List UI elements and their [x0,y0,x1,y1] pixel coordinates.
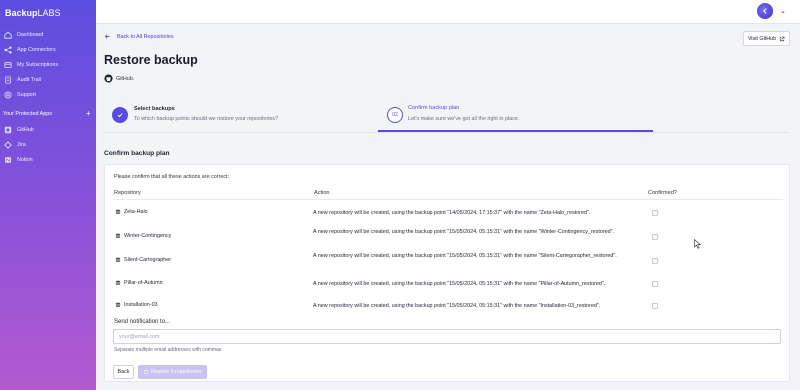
column-header-confirmed: Confirmed? [648,190,677,196]
confirm-checkbox[interactable] [652,303,658,309]
database-icon [115,280,121,285]
step-title-select-backups: Select backups [134,106,175,112]
home-icon [4,31,12,39]
chevron-down-icon[interactable]: ⌄ [780,7,786,15]
table-row: Silent-Cartographer A new repository wil… [113,251,783,273]
email-help-text: Separate multiple email addresses with c… [114,347,222,353]
table-row: Installation-03 A new repository will be… [113,298,783,320]
sidebar-item-label: Support [17,92,36,98]
back-button[interactable]: Back [113,365,134,379]
action-cell: A new repository will be created, using … [313,229,615,235]
table-header-divider [113,199,783,200]
action-cell: A new repository will be created, using … [313,253,617,259]
card-icon [4,61,12,69]
step-number-indicator: 02 [387,107,403,123]
visit-github-button[interactable]: Visit GitHub [743,31,790,46]
database-icon [115,209,121,214]
confirm-checkbox[interactable] [652,234,658,240]
sidebar-item-label: Audit Trail [17,77,41,83]
app-logo[interactable]: BackupLABS [5,8,61,18]
notion-icon [4,156,12,164]
repo-cell: Pillar-of-Autumn [115,280,163,286]
database-icon [115,257,121,262]
repo-cell: Zeta-Halo [115,209,148,215]
table-row: Zeta-Halo A new repository will be creat… [113,205,783,227]
repo-cell: Winter-Contingency [115,233,171,239]
step-complete-indicator [112,107,128,123]
list-icon [4,76,12,84]
confirm-checkbox[interactable] [652,210,658,216]
sidebar-item-app-connectors[interactable]: App Connectors [4,44,56,56]
sidebar-item-notion[interactable]: Notion [4,154,33,166]
external-link-icon [780,36,785,41]
repo-name: Zeta-Halo [124,209,148,215]
visit-github-label: Visit GitHub [747,35,777,42]
mouse-cursor-icon [694,239,702,249]
jira-icon [4,141,12,149]
sidebar: BackupLABS Dashboard App Connectors My S… [0,0,96,390]
active-step-underline [378,130,653,132]
repo-name: Installation-03 [124,302,158,308]
sidebar-item-label: Dashboard [17,32,44,38]
sidebar-item-label: My Subscriptions [17,62,59,68]
repo-cell: Silent-Cartographer [115,257,171,263]
avatar-logo-icon [763,8,767,14]
confirm-checkbox[interactable] [652,258,658,264]
notification-label: Send notification to... [114,319,171,325]
section-heading: Confirm backup plan [104,150,170,157]
repo-name: Pillar-of-Autumn [124,280,163,286]
provider-label: GitHub. [104,74,134,83]
action-cell: A new repository will be created, using … [313,303,601,309]
confirm-plan-card: Please confirm that all these actions ar… [104,164,790,382]
repo-cell: Installation-03 [115,302,158,308]
check-icon [117,113,123,118]
sidebar-item-my-subscriptions[interactable]: My Subscriptions [4,59,58,71]
database-icon [115,302,121,307]
intro-text: Please confirm that all these actions ar… [114,174,230,180]
sidebar-item-label: App Connectors [17,47,56,53]
github-icon [4,126,12,134]
restore-button[interactable]: Restore 5 repositories [138,365,207,379]
back-to-repositories-link[interactable]: Back to All Repositories [104,33,174,40]
help-icon [4,91,12,99]
table-row: Pillar-of-Autumn A new repository will b… [113,276,783,298]
back-link-label: Back to All Repositories [117,33,174,40]
avatar[interactable] [757,3,773,19]
column-header-repository: Repository [114,190,141,196]
protected-apps-heading: Your Protected Apps [3,111,52,117]
step-subtitle: Let's make sure we've got all the right … [408,116,520,122]
action-cell: A new repository will be created, using … [313,281,606,287]
restore-button-label: Restore 5 repositories [151,369,202,375]
sidebar-item-audit-trail[interactable]: Audit Trail [4,74,41,86]
sidebar-item-label: Jira [17,142,26,148]
step-title-confirm-plan: Confirm backup plan [408,105,460,111]
sidebar-item-github[interactable]: GitHub [4,124,34,136]
repo-name: Silent-Cartographer [124,257,172,263]
sidebar-item-dashboard[interactable]: Dashboard [4,29,43,41]
arrow-left-icon [104,34,110,39]
top-bar [96,0,800,24]
email-field[interactable] [113,329,781,344]
step-subtitle: To which backup points should we restore… [134,116,279,122]
refresh-icon [144,369,149,375]
share-icon [4,46,12,54]
repo-name: Winter-Contingency [124,233,172,239]
github-icon [104,74,113,83]
stepper: Select backups To which backup points sh… [104,99,790,133]
action-cell: A new repository will be created, using … [313,210,591,216]
sidebar-item-jira[interactable]: Jira [4,139,26,151]
column-header-action: Action [314,190,330,196]
sidebar-item-support[interactable]: Support [4,89,36,101]
page-title: Restore backup [104,53,198,67]
table-row: Winter-Contingency A new repository will… [113,227,783,249]
provider-name: GitHub. [116,75,135,82]
confirm-checkbox[interactable] [652,281,658,287]
sidebar-item-label: Notion [17,157,33,163]
database-icon [115,233,121,238]
sidebar-item-label: GitHub [17,127,34,133]
add-app-button[interactable]: + [86,109,91,118]
